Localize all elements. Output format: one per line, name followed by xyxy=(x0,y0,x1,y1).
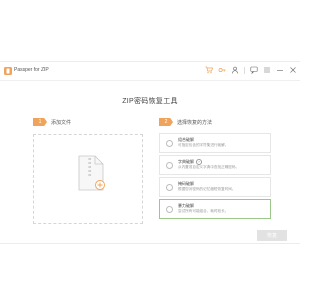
option-brute-force[interactable]: 暴力破解 尝试所有可能组合，耗时较长。 xyxy=(159,199,271,219)
step-add-file: 1 添加文件 xyxy=(33,118,71,126)
minimize-icon[interactable] xyxy=(276,66,284,74)
radio-button[interactable] xyxy=(166,184,173,191)
step-choose-method: 2 选择恢复的方法 xyxy=(159,118,212,126)
option-description: 根据您对密码的记忆缩短恢复时间。 xyxy=(178,187,236,191)
option-description: 从内置或自定义字典中查找正确密码。 xyxy=(178,165,240,169)
menu-icon[interactable] xyxy=(263,66,271,74)
user-icon[interactable] xyxy=(231,66,239,74)
step-number: 2 xyxy=(159,118,173,126)
file-drop-zone[interactable] xyxy=(33,134,143,224)
zip-file-add-icon[interactable] xyxy=(77,155,105,191)
window-toolbar xyxy=(205,66,297,74)
radio-button[interactable] xyxy=(166,206,173,213)
cart-icon[interactable] xyxy=(205,66,213,74)
option-dictionary[interactable]: 字典破解? 从内置或自定义字典中查找正确密码。 xyxy=(159,155,271,175)
radio-button[interactable] xyxy=(166,162,173,169)
option-description: 尝试所有可能组合，耗时较长。 xyxy=(178,209,229,213)
step-label: 添加文件 xyxy=(51,119,72,126)
key-icon[interactable] xyxy=(218,66,226,74)
recover-button[interactable]: 恢复 xyxy=(257,230,287,241)
step-label: 选择恢复的方法 xyxy=(177,119,213,126)
feedback-icon[interactable] xyxy=(250,66,258,74)
option-title-text: 字典破解 xyxy=(178,159,194,165)
option-combination[interactable]: 组合破解 可指定包含的字符集进行破解。 xyxy=(159,133,271,153)
title-bar: Passper for ZIP xyxy=(0,62,300,81)
option-mask[interactable]: 掩码破解 根据您对密码的记忆缩短恢复时间。 xyxy=(159,177,271,197)
step-number: 1 xyxy=(33,118,47,126)
app-logo-icon xyxy=(4,67,12,75)
close-icon[interactable] xyxy=(289,66,297,74)
page-title: ZIP密码恢复工具 xyxy=(122,98,178,105)
toolbar-divider xyxy=(244,66,245,74)
radio-button[interactable] xyxy=(166,140,173,147)
app-title: Passper for ZIP xyxy=(14,67,49,73)
app-window: Passper for ZIP ZIP密码恢复工具 1 添加文件 2 选择恢复的… xyxy=(0,61,300,244)
option-description: 可指定包含的字符集进行破解。 xyxy=(178,143,229,147)
